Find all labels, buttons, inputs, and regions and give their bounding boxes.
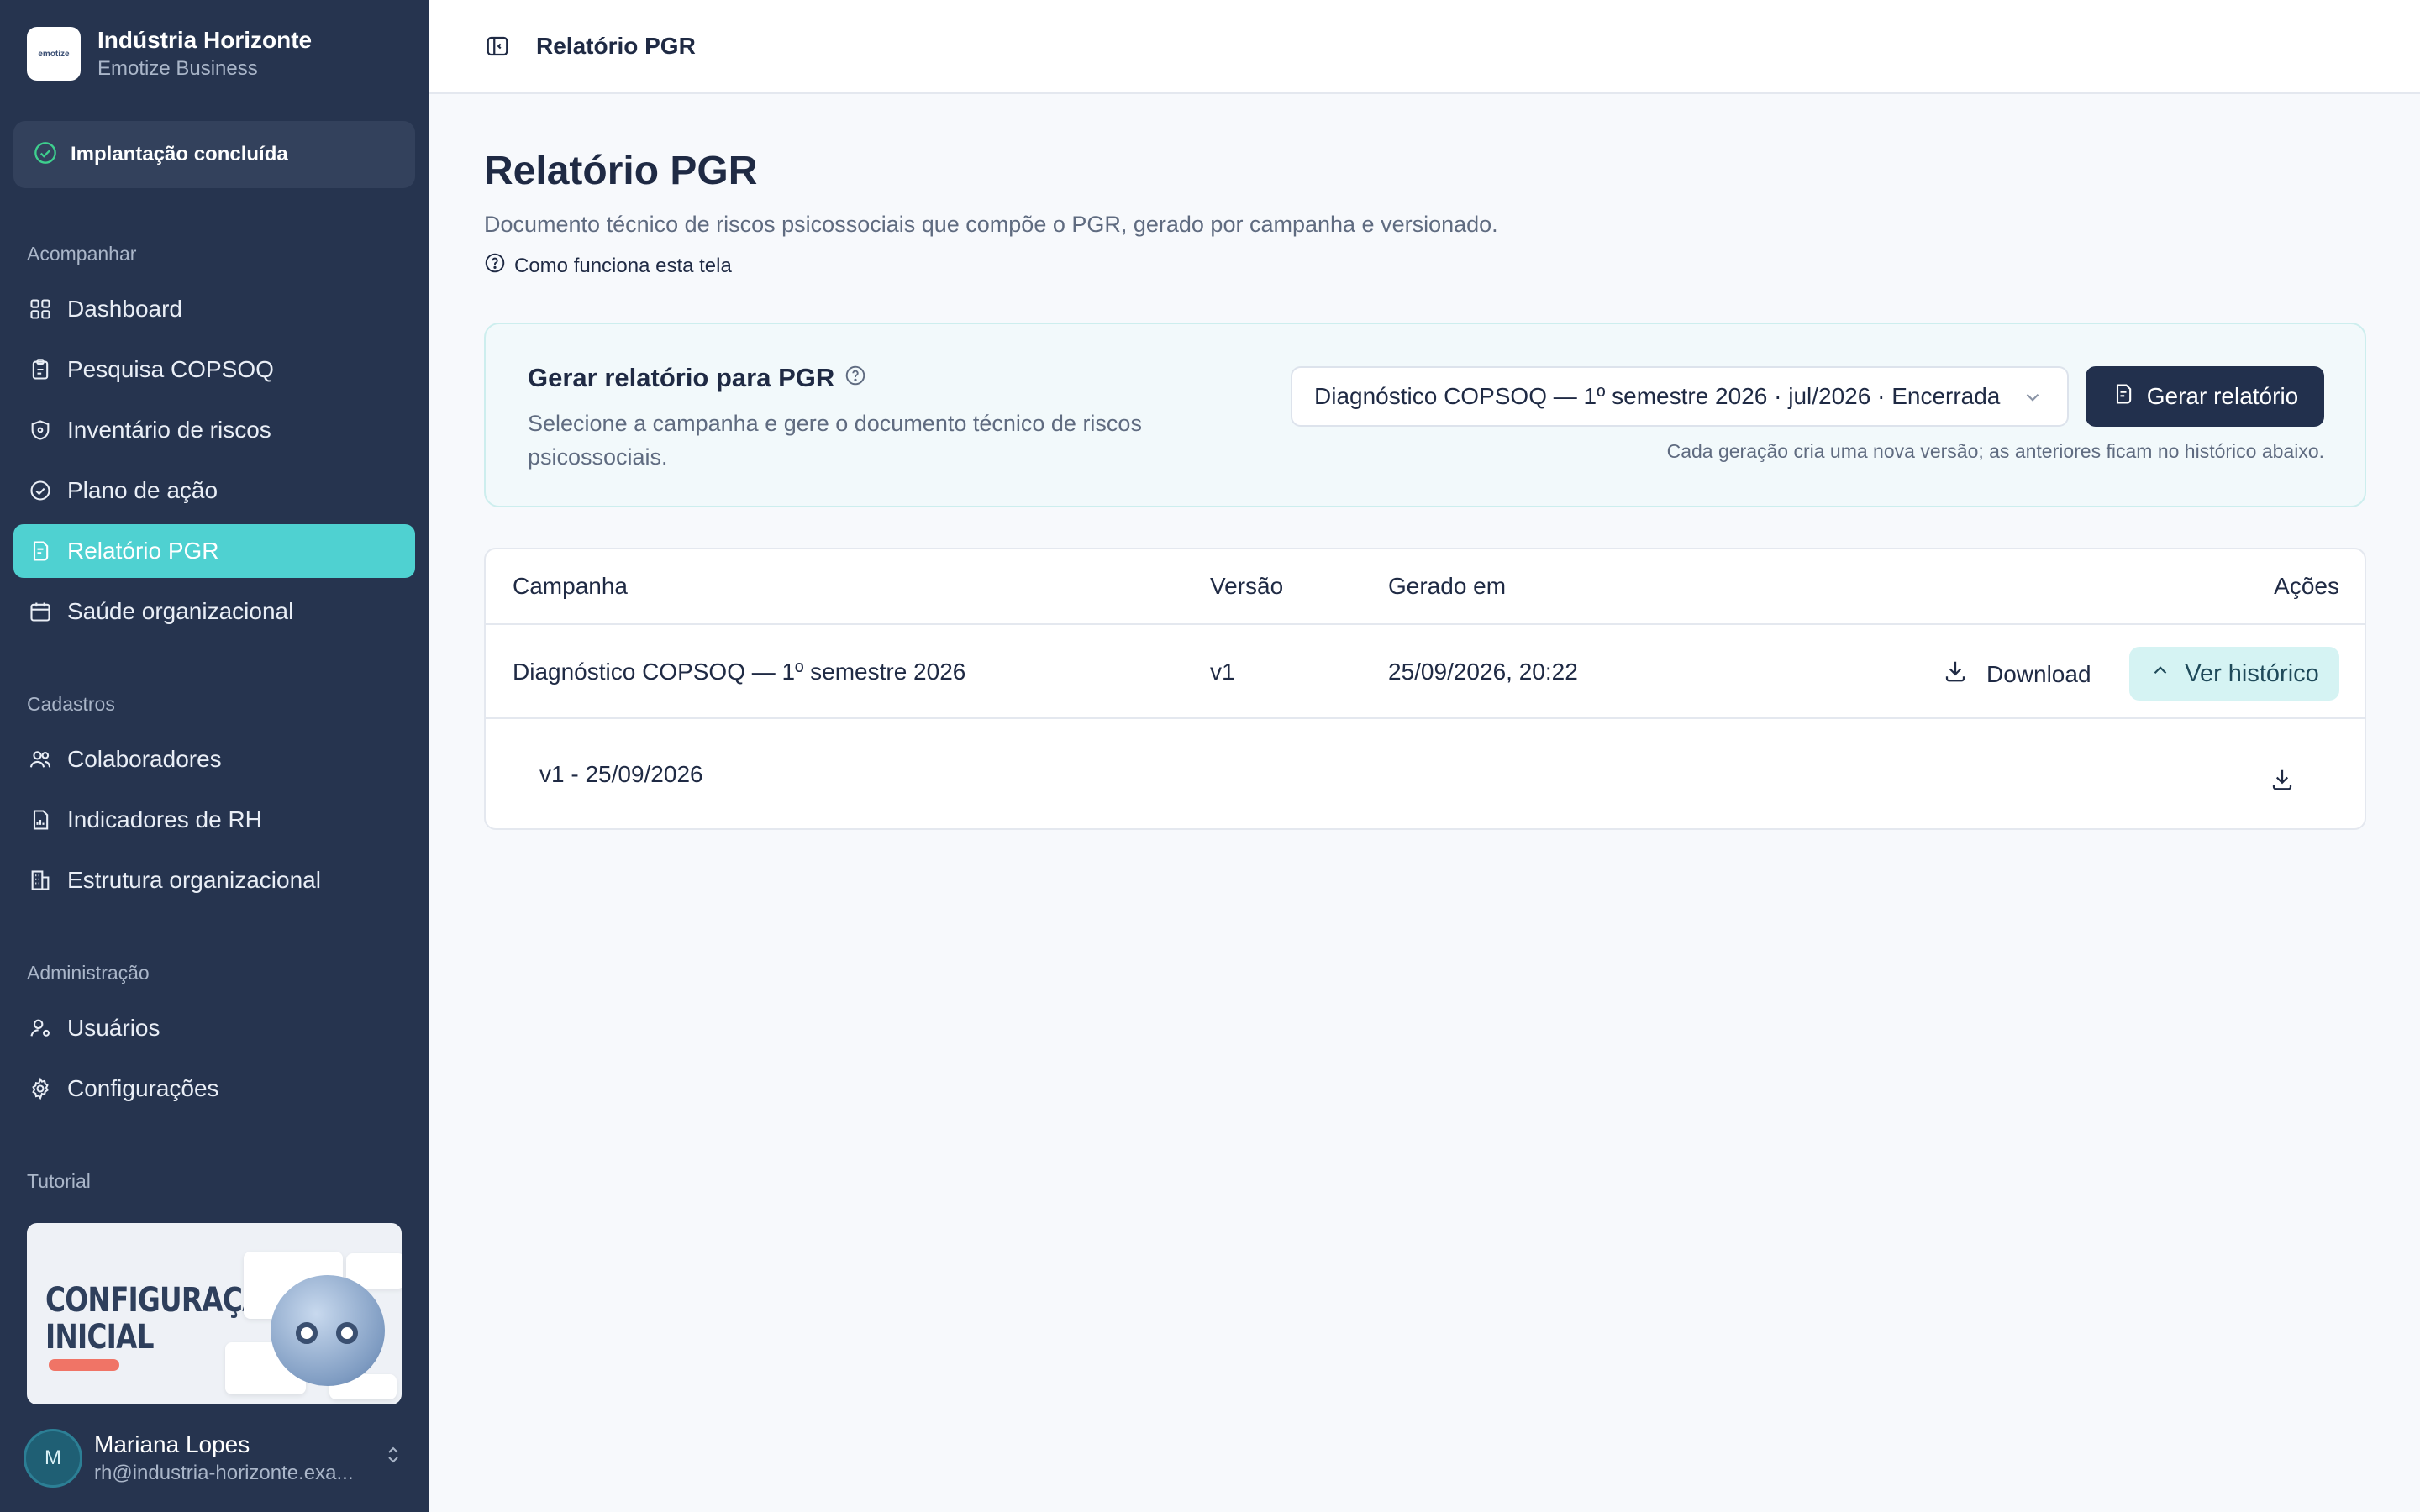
sidebar-toggle-icon[interactable] — [484, 33, 511, 60]
brand-logo: emotize — [27, 27, 81, 81]
generate-note: Cada geração cria uma nova versão; as an… — [1666, 440, 2324, 462]
divider — [486, 717, 2365, 719]
page-title: Relatório PGR — [484, 149, 758, 193]
brand-name: Indústria Horizonte — [97, 27, 313, 53]
chevrons-up-down-icon — [383, 1445, 403, 1469]
help-circle-icon — [484, 252, 506, 280]
chevron-up-icon — [2149, 659, 2171, 688]
users-icon — [27, 746, 54, 773]
brand-subtitle: Emotize Business — [97, 57, 258, 80]
check-circle-icon — [27, 477, 54, 504]
campaign-select-value: Diagnóstico COPSOQ — 1º semestre 2026 · … — [1314, 383, 2001, 409]
history-version-label: v1 - 25/09/2026 — [539, 761, 703, 787]
column-header-campaign: Campanha — [513, 573, 628, 599]
topbar: Relatório PGR — [429, 0, 2420, 94]
generate-title: Gerar relatório para PGR — [528, 363, 866, 393]
implementation-status: Implantação concluída — [13, 121, 415, 188]
sidebar-item-label: Configurações — [67, 1075, 219, 1101]
cell-campaign: Diagnóstico COPSOQ — 1º semestre 2026 — [513, 659, 966, 685]
sidebar-item-label: Relatório PGR — [67, 538, 219, 564]
sidebar-item-plano-acao[interactable]: Plano de ação — [13, 464, 415, 517]
grid-icon — [27, 296, 54, 323]
cell-generated-at: 25/09/2026, 20:22 — [1388, 659, 1578, 685]
user-cog-icon — [27, 1015, 54, 1042]
shield-icon — [27, 417, 54, 444]
sidebar-item-label: Pesquisa COPSOQ — [67, 356, 274, 382]
sidebar: emotize Indústria Horizonte Emotize Busi… — [0, 0, 429, 1512]
cell-version: v1 — [1210, 659, 1235, 685]
column-header-actions: Ações — [2274, 573, 2339, 599]
section-label-cadastros: Cadastros — [27, 693, 115, 715]
generate-report-card: Gerar relatório para PGR Selecione a cam… — [484, 323, 2366, 507]
file-icon — [2112, 382, 2135, 412]
generate-description: Selecione a campanha e gere o documento … — [528, 411, 1142, 470]
sidebar-item-indicadores-rh[interactable]: Indicadores de RH — [13, 793, 415, 847]
help-link[interactable]: Como funciona esta tela — [484, 252, 732, 280]
sidebar-item-estrutura-organizacional[interactable]: Estrutura organizacional — [13, 853, 415, 907]
sidebar-item-label: Estrutura organizacional — [67, 867, 321, 893]
user-menu[interactable]: M Mariana Lopes rh@industria-horizonte.e… — [0, 1404, 429, 1512]
user-email: rh@industria-horizonte.exa... — [94, 1462, 354, 1484]
sidebar-item-relatorio-pgr[interactable]: Relatório PGR — [13, 524, 415, 578]
sidebar-item-label: Inventário de riscos — [67, 417, 271, 443]
column-header-generated-at: Gerado em — [1388, 573, 1507, 599]
download-button[interactable]: Download — [1943, 659, 2091, 690]
sidebar-item-usuarios[interactable]: Usuários — [13, 1001, 415, 1055]
gear-icon — [27, 1075, 54, 1102]
file-chart-icon — [27, 806, 54, 833]
divider — [486, 623, 2365, 625]
tutorial-brain-illustration — [271, 1275, 385, 1386]
check-circle-icon — [34, 141, 57, 169]
sidebar-item-label: Usuários — [67, 1015, 160, 1041]
breadcrumb: Relatório PGR — [536, 33, 696, 59]
help-circle-icon[interactable] — [844, 363, 866, 393]
download-icon — [1943, 659, 1968, 690]
brand[interactable]: emotize Indústria Horizonte Emotize Busi… — [27, 25, 312, 82]
file-icon — [27, 538, 54, 564]
sidebar-item-label: Indicadores de RH — [67, 806, 262, 832]
column-header-version: Versão — [1210, 573, 1284, 599]
sidebar-item-label: Colaboradores — [67, 746, 222, 772]
sidebar-item-pesquisa-copsoq[interactable]: Pesquisa COPSOQ — [13, 343, 415, 396]
avatar: M — [24, 1429, 82, 1488]
reports-table: Campanha Versão Gerado em Ações Diagnóst… — [484, 548, 2366, 830]
building-icon — [27, 867, 54, 894]
section-label-administracao: Administração — [27, 962, 150, 984]
sidebar-item-inventario-riscos[interactable]: Inventário de riscos — [13, 403, 415, 457]
tutorial-badge — [49, 1359, 119, 1371]
chevron-down-icon — [2022, 386, 2044, 414]
sidebar-item-label: Dashboard — [67, 296, 182, 322]
tutorial-eye — [296, 1322, 318, 1344]
sidebar-item-saude-organizacional[interactable]: Saúde organizacional — [13, 585, 415, 638]
sidebar-item-colaboradores[interactable]: Colaboradores — [13, 732, 415, 786]
sidebar-item-configuracoes[interactable]: Configurações — [13, 1062, 415, 1116]
section-label-acompanhar: Acompanhar — [27, 243, 137, 265]
sidebar-item-dashboard[interactable]: Dashboard — [13, 282, 415, 336]
sidebar-item-label: Saúde organizacional — [67, 598, 294, 624]
user-name: Mariana Lopes — [94, 1431, 250, 1457]
view-history-button[interactable]: Ver histórico — [2129, 647, 2339, 701]
help-link-label: Como funciona esta tela — [514, 254, 732, 277]
page-description: Documento técnico de riscos psicossociai… — [484, 212, 1498, 237]
campaign-select[interactable]: Diagnóstico COPSOQ — 1º semestre 2026 · … — [1291, 366, 2069, 427]
implementation-status-label: Implantação concluída — [71, 143, 288, 165]
section-label-tutorial: Tutorial — [27, 1170, 91, 1192]
generate-report-button[interactable]: Gerar relatório — [2086, 366, 2324, 427]
app-root: emotize Indústria Horizonte Emotize Busi… — [0, 0, 2420, 1512]
sidebar-item-label: Plano de ação — [67, 477, 218, 503]
download-icon[interactable] — [2265, 763, 2299, 796]
tutorial-eye — [336, 1322, 358, 1344]
tutorial-card[interactable]: CONFIGURAÇÃO INICIAL — [27, 1223, 402, 1404]
calendar-icon — [27, 598, 54, 625]
clipboard-icon — [27, 356, 54, 383]
